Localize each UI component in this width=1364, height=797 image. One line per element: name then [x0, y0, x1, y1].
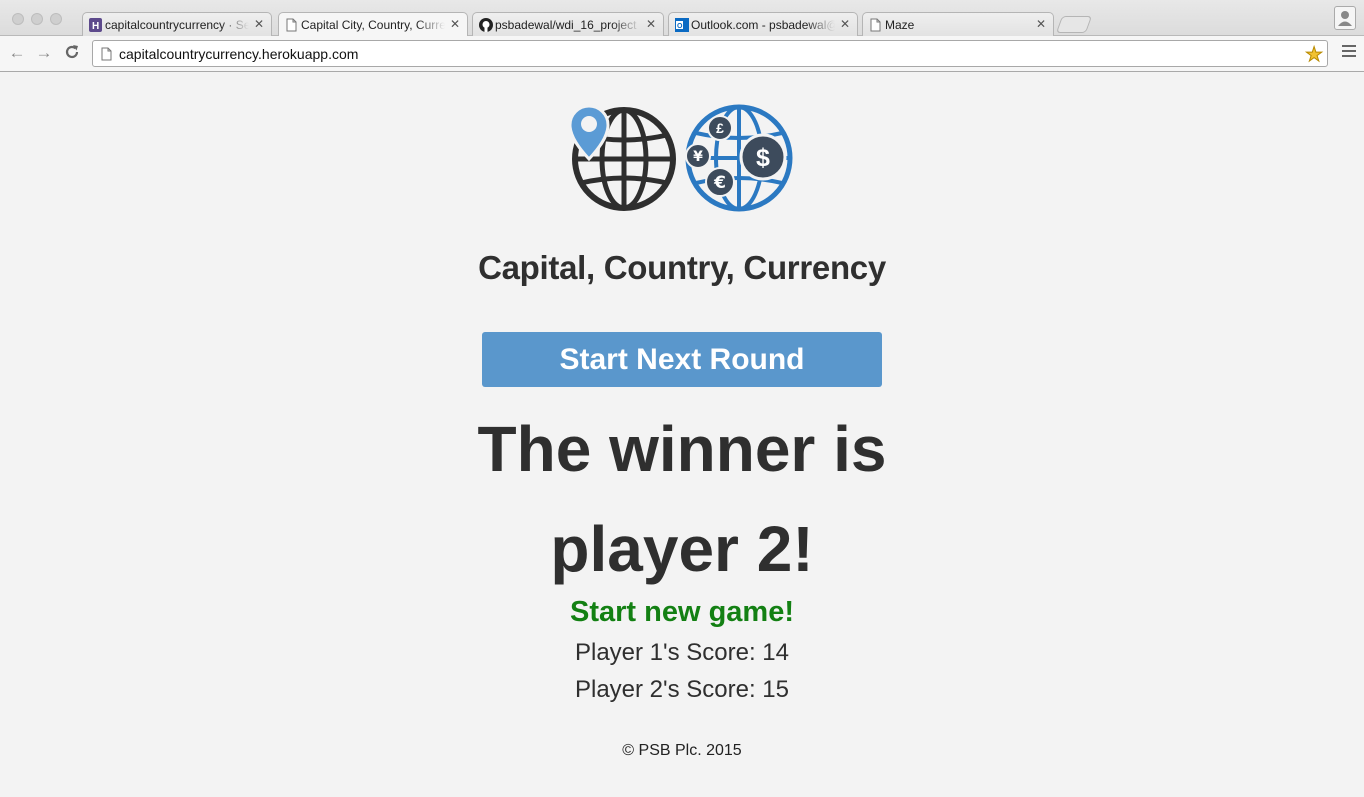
- window-close-button[interactable]: [12, 13, 24, 25]
- close-icon[interactable]: ✕: [840, 17, 850, 31]
- tab-title: Capital City, Country, Curre: [301, 18, 445, 32]
- back-arrow-icon[interactable]: ←: [7, 43, 27, 63]
- tab-github[interactable]: psbadewal/wdi_16_project ✕: [472, 12, 664, 36]
- svg-text:H: H: [92, 21, 99, 32]
- profile-button[interactable]: [1334, 6, 1356, 30]
- page-icon: [101, 47, 113, 66]
- tab-maze[interactable]: Maze ✕: [862, 12, 1054, 36]
- start-new-game-link[interactable]: Start new game!: [0, 596, 1364, 629]
- page-title: Capital, Country, Currency: [478, 249, 886, 286]
- map-pin-globe-icon: [568, 104, 676, 211]
- reload-icon[interactable]: [62, 43, 82, 63]
- heroku-icon: H: [89, 18, 102, 32]
- tab-title: psbadewal/wdi_16_project: [495, 18, 637, 32]
- player1-score: Player 1's Score: 14: [574, 639, 790, 666]
- window-zoom-button[interactable]: [50, 13, 62, 25]
- bookmark-star-icon[interactable]: ★: [1305, 42, 1324, 67]
- user-icon: [1338, 11, 1352, 26]
- footer-copyright: © PSB Plc. 2015: [622, 742, 742, 759]
- browser-toolbar: ← → capitalcountrycurrency.herokuapp.com…: [0, 36, 1364, 72]
- new-tab-button[interactable]: [1055, 16, 1093, 33]
- start-next-round-button[interactable]: Start Next Round: [482, 332, 882, 387]
- svg-text:¥: ¥: [693, 149, 703, 165]
- close-icon[interactable]: ✕: [1036, 17, 1046, 31]
- github-icon: [479, 18, 493, 32]
- menu-icon[interactable]: [1342, 45, 1356, 59]
- winner-announcement: The winner is player 2!: [477, 413, 887, 585]
- close-icon[interactable]: ✕: [254, 17, 264, 31]
- url-text: capitalcountrycurrency.herokuapp.com: [119, 46, 359, 62]
- tab-title: Maze: [885, 18, 915, 32]
- player2-score: Player 2's Score: 15: [574, 676, 790, 703]
- svg-text:$: $: [756, 144, 770, 172]
- tab-title: capitalcountrycurrency · Se: [105, 18, 249, 32]
- svg-text:€: €: [713, 173, 726, 193]
- close-icon[interactable]: ✕: [450, 17, 460, 31]
- forward-arrow-icon[interactable]: →: [34, 43, 54, 63]
- close-icon[interactable]: ✕: [646, 17, 656, 31]
- tab-title: Outlook.com - psbadewal@: [691, 18, 835, 32]
- tab-strip: H capitalcountrycurrency · Se ✕ Capital …: [0, 0, 1364, 37]
- logo: $ £ ¥ €: [568, 103, 796, 213]
- tab-heroku[interactable]: H capitalcountrycurrency · Se ✕: [82, 12, 272, 36]
- currency-globe-icon: $ £ ¥ €: [685, 104, 793, 212]
- page-icon: [869, 18, 882, 32]
- page-content: $ £ ¥ € Capital, Country, Currency Start…: [0, 73, 1364, 797]
- tab-capital-city[interactable]: Capital City, Country, Curre ✕: [278, 12, 468, 37]
- window-minimize-button[interactable]: [31, 13, 43, 25]
- svg-text:O: O: [677, 23, 683, 30]
- address-bar[interactable]: capitalcountrycurrency.herokuapp.com ★: [92, 40, 1328, 67]
- page-icon: [285, 18, 298, 32]
- svg-text:£: £: [716, 120, 724, 136]
- outlook-icon: O: [675, 18, 689, 32]
- tab-outlook[interactable]: O Outlook.com - psbadewal@ ✕: [668, 12, 858, 36]
